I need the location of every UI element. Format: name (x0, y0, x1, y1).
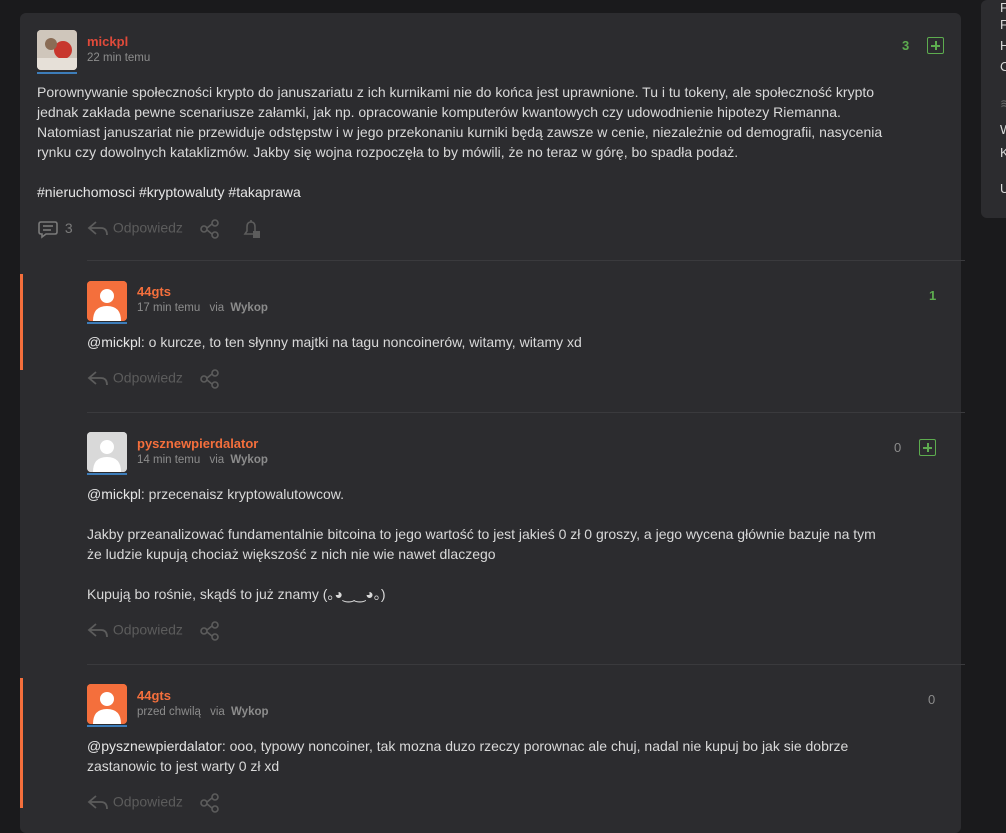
avatar[interactable] (87, 281, 127, 321)
avatar-underline (87, 473, 127, 475)
post-body-line: Natomiast januszariat nie przewiduje ods… (37, 124, 883, 140)
comment-text: @mickpl: o kurcze, to ten słynny majtki … (87, 332, 582, 352)
sidebar-line: K (1000, 145, 1006, 160)
share-button[interactable] (199, 219, 221, 239)
comment-text-line: że ludzie kupują chociaż większość z nic… (87, 546, 496, 562)
author-name[interactable]: 44gts (137, 688, 171, 703)
reply-label: Odpowiedz (112, 219, 183, 236)
post-body-line: rynku czy dowolnych kataklizmów. Jakby s… (37, 144, 739, 160)
author-name[interactable]: pysznewpierdalator (137, 436, 258, 451)
divider (87, 412, 965, 413)
avatar-underline (87, 322, 127, 324)
avatar-underline (37, 72, 77, 74)
post-tags[interactable]: #nieruchomosci #kryptowaluty #takaprawa (37, 182, 301, 202)
plus-box-icon[interactable] (919, 439, 936, 456)
rss-icon: ≋ (1000, 96, 1006, 111)
comment-meta: 14 min temu via Wykop (137, 454, 268, 466)
avatar-image (37, 30, 77, 70)
sidebar-line: H (1000, 38, 1006, 53)
divider (87, 260, 965, 261)
comment-text-line: Jakby przeanalizować fundamentalnie bitc… (87, 526, 876, 542)
reply-arrow-icon (87, 221, 108, 236)
bell-icon (243, 220, 260, 238)
plus-box-icon[interactable] (927, 37, 944, 54)
via-source: Wykop (230, 454, 268, 466)
mention-link[interactable]: @mickpl (87, 486, 141, 502)
sidebar-fragment: F F H C ≋ W K U (981, 0, 1006, 218)
default-avatar-icon (87, 281, 127, 321)
default-avatar-icon (87, 684, 127, 724)
avatar[interactable] (87, 432, 127, 472)
comment-text-line: : o kurcze, to ten słynny majtki na tagu… (140, 334, 582, 350)
share-button[interactable] (199, 621, 221, 641)
comments-button[interactable]: 3 (37, 219, 73, 239)
share-icon (200, 793, 219, 813)
reply-arrow-icon (87, 623, 108, 638)
sidebar-line: W (1000, 122, 1006, 137)
reply-arrow-icon (87, 795, 108, 810)
new-comment-marker (20, 274, 23, 370)
vote-count: 1 (929, 288, 937, 303)
sidebar-line: F (1000, 17, 1006, 32)
reply-arrow-icon (87, 371, 108, 386)
comment-time[interactable]: przed chwilą (137, 706, 201, 718)
avatar-underline (87, 725, 127, 727)
default-avatar-icon (87, 432, 127, 472)
reply-button[interactable]: Odpowiedz (87, 793, 183, 813)
share-icon (200, 369, 219, 389)
comment-meta: 17 min temu via Wykop (137, 302, 268, 314)
reply-button[interactable]: Odpowiedz (87, 621, 183, 641)
post-time[interactable]: 22 min temu (87, 52, 150, 64)
author-name[interactable]: 44gts (137, 284, 171, 299)
reply-button[interactable]: Odpowiedz (87, 369, 183, 389)
comment-text-line: Kupują bo rośnie, skądś to już znamy (｡◕… (87, 586, 386, 602)
reply-label: Odpowiedz (112, 369, 183, 386)
author-name[interactable]: mickpl (87, 34, 128, 49)
new-comment-marker (20, 678, 23, 808)
mention-link[interactable]: @pysznewpierdalator (87, 738, 222, 754)
comment-text: @pysznewpierdalator: ooo, typowy noncoin… (87, 736, 848, 756)
comment-meta: przed chwilą via Wykop (137, 706, 269, 718)
via-label: via (209, 302, 225, 314)
comment-text-line: zastanowic to jest warty 0 zł xd (87, 758, 280, 774)
sidebar-line: F (1000, 0, 1006, 15)
mention-link[interactable]: @mickpl (87, 334, 141, 350)
post-body-line: jednak zakłada pewne scenariusze załamki… (37, 104, 841, 120)
comment-text-line: : przecenaisz kryptowalutowcow. (140, 486, 344, 502)
sidebar-line: U (1000, 181, 1006, 196)
sidebar-line: C (1000, 59, 1006, 74)
avatar[interactable] (37, 30, 77, 70)
comment-text-line: : ooo, typowy noncoiner, tak mozna duzo … (221, 738, 849, 754)
share-button[interactable] (199, 793, 221, 813)
post-body-line: Porownywanie społeczności krypto do janu… (37, 84, 875, 100)
via-label: via (210, 706, 225, 718)
comment-time[interactable]: 17 min temu (137, 302, 200, 314)
avatar[interactable] (87, 684, 127, 724)
share-button[interactable] (199, 369, 221, 389)
reply-label: Odpowiedz (112, 621, 183, 638)
share-icon (200, 621, 219, 641)
comment-text: @mickpl: przecenaisz kryptowalutowcow. (87, 484, 344, 504)
reply-label: Odpowiedz (112, 793, 183, 810)
via-source: Wykop (231, 706, 269, 718)
vote-count: 0 (894, 440, 902, 455)
vote-count: 0 (928, 692, 936, 707)
notify-button[interactable] (241, 219, 263, 239)
via-label: via (209, 454, 225, 466)
comments-count: 3 (64, 219, 73, 236)
vote-count: 3 (902, 38, 910, 53)
reply-button[interactable]: Odpowiedz (87, 219, 183, 239)
share-icon (200, 219, 219, 239)
comments-icon (38, 221, 58, 239)
divider (87, 664, 965, 665)
comment-time[interactable]: 14 min temu (137, 454, 200, 466)
via-source: Wykop (230, 302, 268, 314)
